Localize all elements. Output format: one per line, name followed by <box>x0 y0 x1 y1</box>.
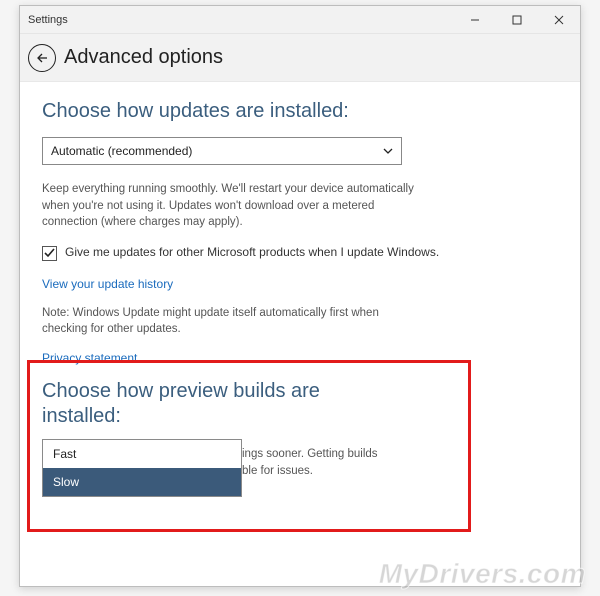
content-area: Choose how updates are installed: Automa… <box>20 82 580 507</box>
settings-window: Settings Advanced options Choose how upd… <box>19 5 581 587</box>
chevron-down-icon <box>383 146 393 157</box>
other-products-checkbox-row[interactable]: Give me updates for other Microsoft prod… <box>42 245 442 261</box>
update-note: Note: Windows Update might update itself… <box>42 305 412 337</box>
dropdown-option-slow[interactable]: Slow <box>43 468 241 496</box>
page-header: Advanced options <box>20 34 580 82</box>
preview-ring-dropdown-open[interactable]: Fast Slow <box>42 439 242 497</box>
back-button[interactable] <box>28 44 56 72</box>
update-history-link[interactable]: View your update history <box>42 277 558 291</box>
dropdown-value: Automatic (recommended) <box>51 144 192 158</box>
preview-heading: Choose how preview builds are installed: <box>42 379 382 429</box>
updates-description: Keep everything running smoothly. We'll … <box>42 181 422 231</box>
updates-heading: Choose how updates are installed: <box>42 100 558 123</box>
checkbox-label: Give me updates for other Microsoft prod… <box>65 245 439 259</box>
titlebar: Settings <box>20 6 580 34</box>
checkmark-icon <box>44 248 55 259</box>
window-title: Settings <box>28 14 68 26</box>
maximize-button[interactable] <box>496 6 538 34</box>
preview-description-partial: ings sooner. Getting builds ble for issu… <box>242 446 432 479</box>
dropdown-option-fast[interactable]: Fast <box>43 440 241 468</box>
privacy-link[interactable]: Privacy statement <box>42 351 558 365</box>
minimize-button[interactable] <box>454 6 496 34</box>
preview-builds-section: Choose how preview builds are installed:… <box>42 379 558 497</box>
page-title: Advanced options <box>64 46 223 69</box>
checkbox[interactable] <box>42 246 57 261</box>
back-arrow-icon <box>35 51 49 65</box>
close-button[interactable] <box>538 6 580 34</box>
update-mode-dropdown[interactable]: Automatic (recommended) <box>42 137 402 165</box>
